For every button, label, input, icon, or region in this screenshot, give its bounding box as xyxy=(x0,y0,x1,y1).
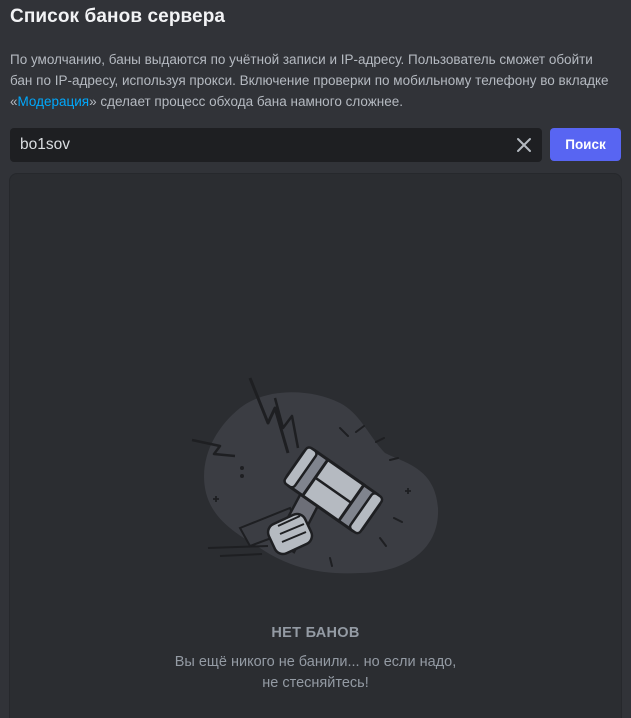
empty-state-subtitle-line2: не стесняйтесь! xyxy=(262,675,369,691)
search-box xyxy=(10,128,542,162)
ban-list-page: Список банов сервера По умолчанию, баны … xyxy=(0,0,631,718)
empty-state-subtitle: Вы ещё никого не банили... но если надо,… xyxy=(0,652,631,694)
ban-description: По умолчанию, баны выдаются по учётной з… xyxy=(10,49,615,112)
search-input[interactable] xyxy=(10,128,505,162)
page-title: Список банов сервера xyxy=(10,6,226,27)
ban-hammer-icon xyxy=(180,368,450,590)
close-icon[interactable] xyxy=(515,136,533,154)
search-button[interactable]: Поиск xyxy=(550,128,621,161)
moderation-link[interactable]: Модерация xyxy=(18,94,90,109)
empty-state-subtitle-line1: Вы ещё никого не банили... но если надо, xyxy=(174,654,457,670)
empty-state-title: НЕТ БАНОВ xyxy=(271,625,360,641)
description-text-after: » сделает процесс обхода бана намного сл… xyxy=(89,94,403,109)
